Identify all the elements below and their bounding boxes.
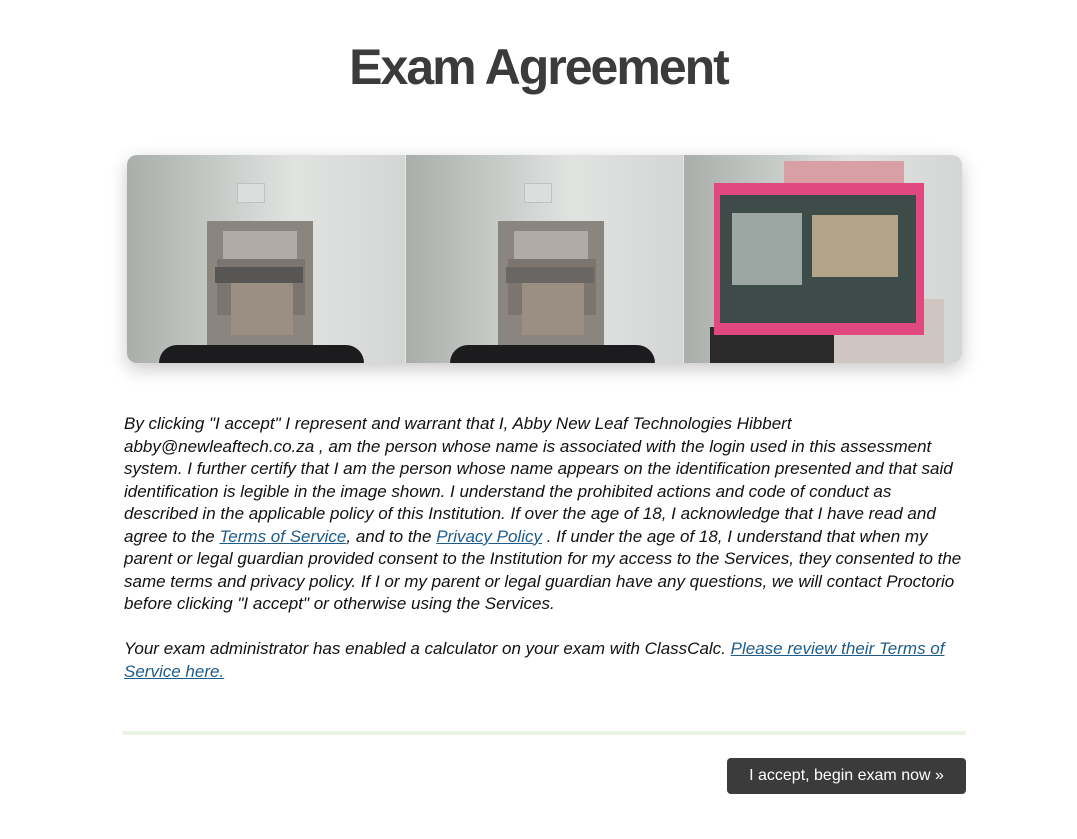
id-card-photo: [683, 155, 962, 363]
page-title: Exam Agreement: [349, 39, 730, 95]
privacy-policy-link[interactable]: Privacy Policy: [436, 527, 542, 546]
calculator-notice: Your exam administrator has enabled a ca…: [124, 638, 966, 683]
verification-photos: [127, 155, 962, 363]
calculator-text: Your exam administrator has enabled a ca…: [124, 639, 731, 658]
agreement-text: By clicking "I accept" I represent and w…: [124, 413, 966, 616]
accept-begin-exam-button[interactable]: I accept, begin exam now »: [727, 758, 966, 794]
terms-of-service-link[interactable]: Terms of Service: [219, 527, 346, 546]
webcam-photo-1: [127, 155, 405, 363]
webcam-photo-2: [404, 155, 684, 363]
divider: [123, 731, 966, 735]
agreement-middle: , and to the: [346, 526, 437, 546]
